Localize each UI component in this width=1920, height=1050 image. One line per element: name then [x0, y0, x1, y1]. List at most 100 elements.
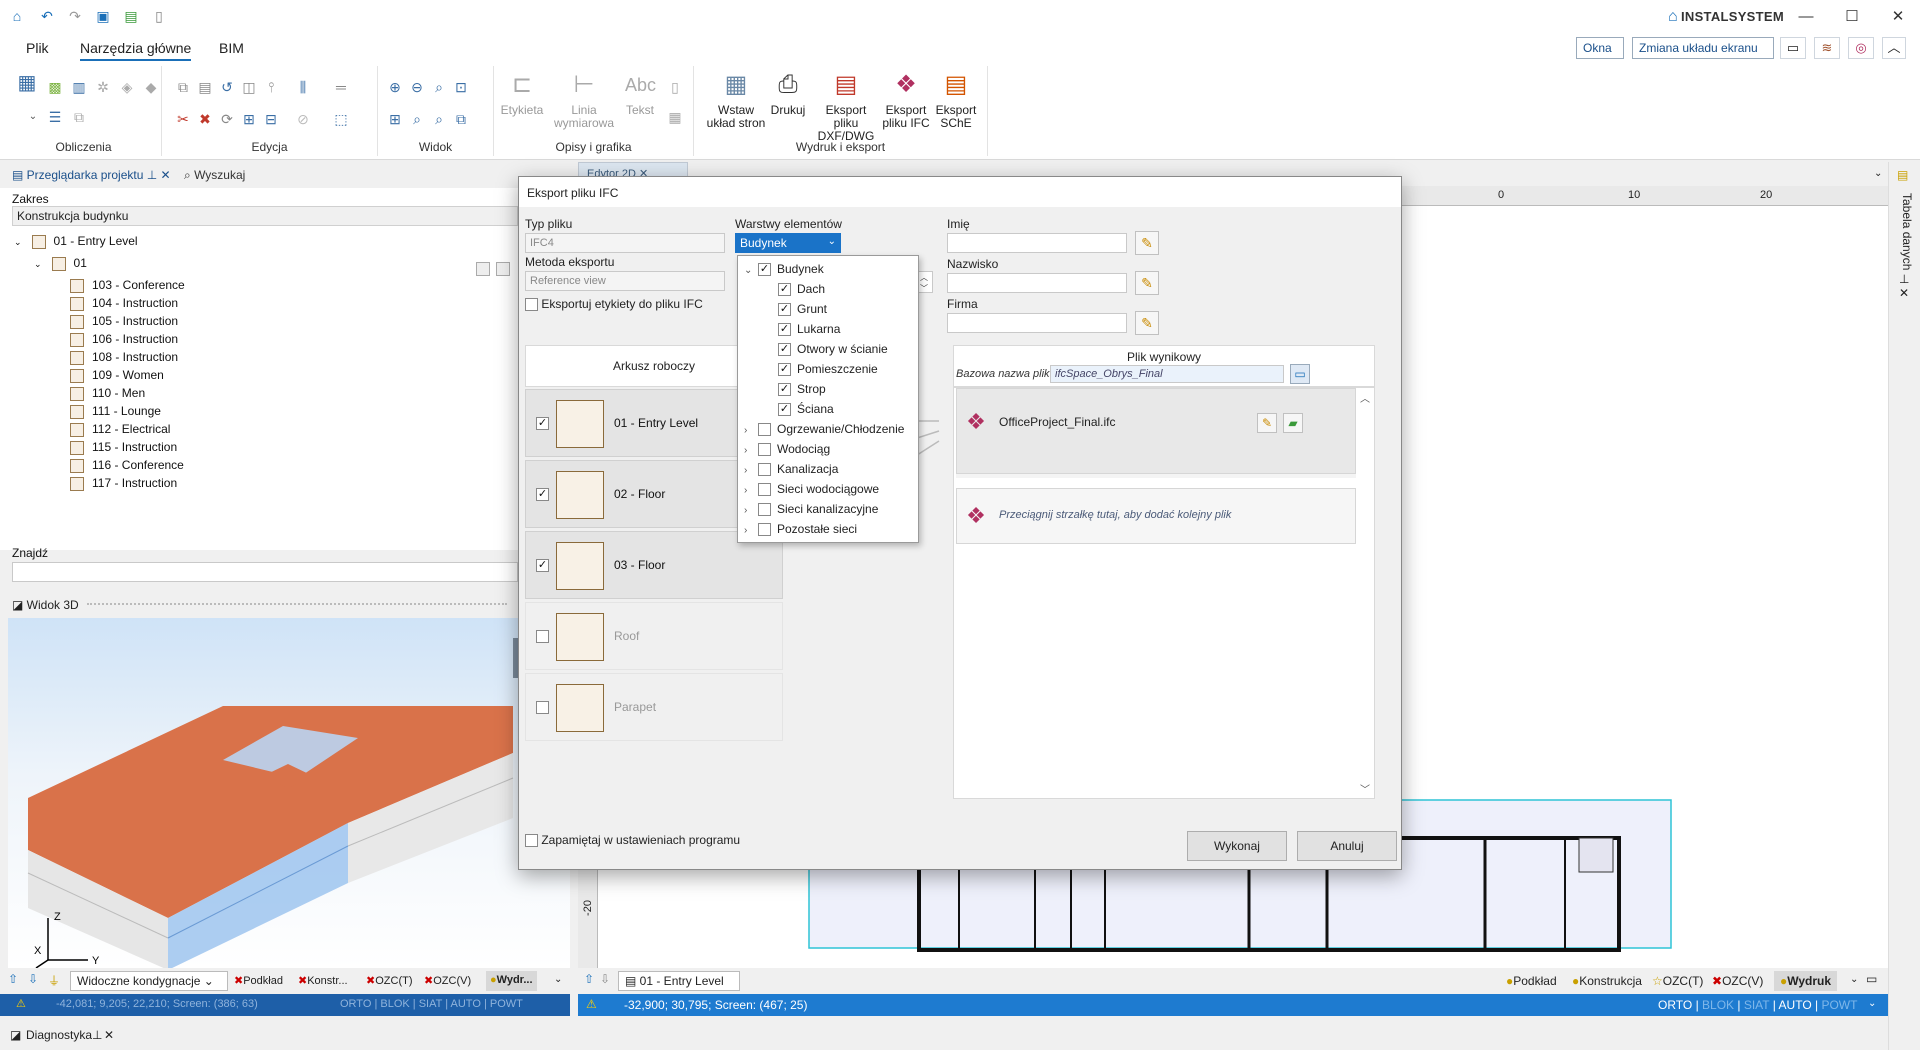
warning-icon[interactable]: ⚠: [586, 997, 597, 1011]
chevron-right-icon[interactable]: ›: [744, 442, 758, 460]
tab-search[interactable]: ⌕ Wyszukaj: [184, 168, 245, 183]
tree-item-room[interactable]: 115 - Instruction: [70, 438, 177, 456]
chevron-down-icon[interactable]: ⌄: [554, 974, 562, 985]
sheet-item[interactable]: Parapet: [525, 673, 783, 741]
label-button[interactable]: ⊏ Etykieta: [500, 70, 544, 117]
table-icon[interactable]: ▦: [666, 108, 684, 126]
calc-copy-icon[interactable]: ⧉: [70, 108, 88, 126]
close-icon[interactable]: ✕: [1899, 286, 1909, 300]
close-icon[interactable]: ✕: [104, 1028, 114, 1042]
layer-toggle[interactable]: ✖OZC(V): [1712, 974, 1763, 988]
data-table-tab[interactable]: Tabela danych: [1900, 193, 1914, 273]
chevron-right-icon[interactable]: ›: [744, 522, 758, 540]
tree-item-room[interactable]: 106 - Instruction: [70, 330, 178, 348]
export-dxf-button[interactable]: ▤ Eksport pliku DXF/DWG: [812, 70, 880, 143]
layer-item[interactable]: › Sieci wodociągowe: [744, 480, 879, 498]
layer-item[interactable]: ✓ Strop: [764, 380, 826, 398]
export-ifc-button[interactable]: ❖ Eksport pliku IFC: [882, 70, 930, 130]
edit-surname-button[interactable]: ✎: [1135, 271, 1159, 295]
edit-name-button[interactable]: ✎: [1135, 231, 1159, 255]
zoom-prev-icon[interactable]: ⌕: [408, 110, 426, 128]
open-icon[interactable]: ▤: [122, 7, 140, 25]
layer-toggle[interactable]: ✖Podkład: [234, 974, 283, 987]
chevron-down-icon[interactable]: ⌄: [1850, 974, 1858, 985]
tree-option-icon[interactable]: [476, 262, 490, 276]
diagnostics-tab[interactable]: ◪ Diagnostyka ⊥ ✕: [0, 1022, 140, 1048]
file-type-field[interactable]: IFC4: [525, 233, 725, 253]
rename-file-icon[interactable]: ✎: [1257, 413, 1277, 433]
calc-list-icon[interactable]: ☰: [46, 108, 64, 126]
layer-item[interactable]: › Ogrzewanie/Chłodzenie: [744, 420, 904, 438]
output-file-item[interactable]: ❖ OfficeProject_Final.ifc ✎ ▰: [956, 388, 1356, 474]
chevron-right-icon[interactable]: ›: [744, 502, 758, 520]
layer-checkbox[interactable]: [758, 443, 771, 457]
layer-item[interactable]: ✓ Lukarna: [764, 320, 840, 338]
tree-item-room[interactable]: 103 - Conference: [70, 276, 185, 294]
layer-item[interactable]: ✓ Otwory w ścianie: [764, 340, 888, 358]
calc-building-icon[interactable]: ▥: [70, 78, 88, 96]
sheet-checkbox[interactable]: ✓: [536, 488, 549, 501]
scroll-up-icon[interactable]: ︿: [1360, 390, 1370, 405]
sheet-checkbox[interactable]: ✓: [536, 559, 549, 572]
export-labels-option[interactable]: Eksportuj etykiety do pliku IFC: [525, 297, 703, 312]
tab-project-browser[interactable]: ▤ Przeglądarka projektu ⊥ ✕: [12, 168, 171, 182]
layer-toggle[interactable]: ●Konstrukcja: [1572, 974, 1642, 988]
tree-node-level[interactable]: ⌄ 01 - Entry Level: [14, 232, 138, 250]
chevron-down-icon[interactable]: ⌄: [1868, 998, 1876, 1009]
layer-checkbox[interactable]: [758, 483, 771, 497]
execute-button[interactable]: Wykonaj: [1187, 831, 1287, 861]
drag-handle[interactable]: [86, 602, 507, 609]
select-icon[interactable]: ⬚: [332, 110, 350, 128]
tree-item-room[interactable]: 110 - Men: [70, 384, 145, 402]
remember-option[interactable]: Zapamiętaj w ustawieniach programu: [525, 833, 740, 848]
layer-item[interactable]: ✓ Ściana: [764, 400, 834, 418]
mode-blok[interactable]: BLOK: [1702, 998, 1734, 1012]
text-button[interactable]: Abc Tekst: [622, 70, 658, 117]
mirror-icon[interactable]: ◫: [240, 78, 258, 96]
display-icon[interactable]: ▭: [1866, 972, 1877, 986]
edit-company-button[interactable]: ✎: [1135, 311, 1159, 335]
layer-checkbox[interactable]: ✓: [778, 363, 791, 377]
sheet-checkbox[interactable]: [536, 701, 549, 714]
tree-item-room[interactable]: 108 - Instruction: [70, 348, 178, 366]
note-icon[interactable]: ▯: [666, 78, 684, 96]
rotate-icon[interactable]: ↺: [218, 78, 236, 96]
refresh-icon[interactable]: ⟳: [218, 110, 236, 128]
level-down-icon[interactable]: ⇩: [28, 972, 38, 986]
screen-icon[interactable]: ▭: [1780, 37, 1806, 59]
windows-dropdown[interactable]: Okna ⌄: [1576, 37, 1624, 69]
view-settings-icon[interactable]: ⧉: [452, 110, 470, 128]
insert-pages-button[interactable]: ▦ Wstaw układ stron: [706, 70, 766, 130]
dimension-button[interactable]: ⊢ Linia wymiarowa: [554, 70, 614, 130]
layer-checkbox[interactable]: [758, 423, 771, 437]
zoom-window-icon[interactable]: ⌕: [430, 78, 448, 96]
shapes-icon[interactable]: ◎: [1848, 37, 1874, 59]
layer-item[interactable]: ✓ Pomieszczenie: [764, 360, 878, 378]
distribute-icon[interactable]: ⫼: [294, 78, 312, 96]
tab-file[interactable]: Plik: [26, 40, 49, 56]
layer-checkbox[interactable]: ✓: [778, 303, 791, 317]
choose-file-icon[interactable]: ▭: [1290, 364, 1310, 384]
view3d-canvas[interactable]: Z Y X: [8, 618, 570, 970]
layer-item[interactable]: › Kanalizacja: [744, 460, 838, 478]
save-icon[interactable]: ▣: [94, 7, 112, 25]
collapse-ribbon-icon[interactable]: ︿: [1882, 37, 1906, 59]
company-input[interactable]: [947, 313, 1127, 333]
sheet-checkbox[interactable]: [536, 630, 549, 643]
zoom-in-icon[interactable]: ⊕: [386, 78, 404, 96]
calc-drop-icon[interactable]: ◈: [118, 78, 136, 96]
layer-toggle[interactable]: ✖Konstr...: [298, 974, 348, 987]
minimize-button[interactable]: —: [1794, 6, 1818, 28]
layers-select[interactable]: Budynek ⌄: [735, 233, 841, 253]
chevron-down-icon[interactable]: ⌄: [34, 259, 42, 269]
mode-orto[interactable]: ORTO: [340, 998, 371, 1010]
export-method-field[interactable]: Reference view: [525, 271, 725, 291]
warning-icon[interactable]: ⚠: [16, 997, 26, 1010]
tree-item-room[interactable]: 117 - Instruction: [70, 474, 177, 492]
base-name-input[interactable]: ifcSpace_Obrys_Final: [1050, 365, 1284, 383]
mode-orto[interactable]: ORTO: [1658, 998, 1692, 1012]
layer-checkbox[interactable]: [758, 503, 771, 517]
layer-checkbox[interactable]: ✓: [758, 263, 771, 277]
mode-auto[interactable]: AUTO: [1779, 998, 1812, 1012]
undo-icon[interactable]: ↶: [38, 7, 56, 25]
